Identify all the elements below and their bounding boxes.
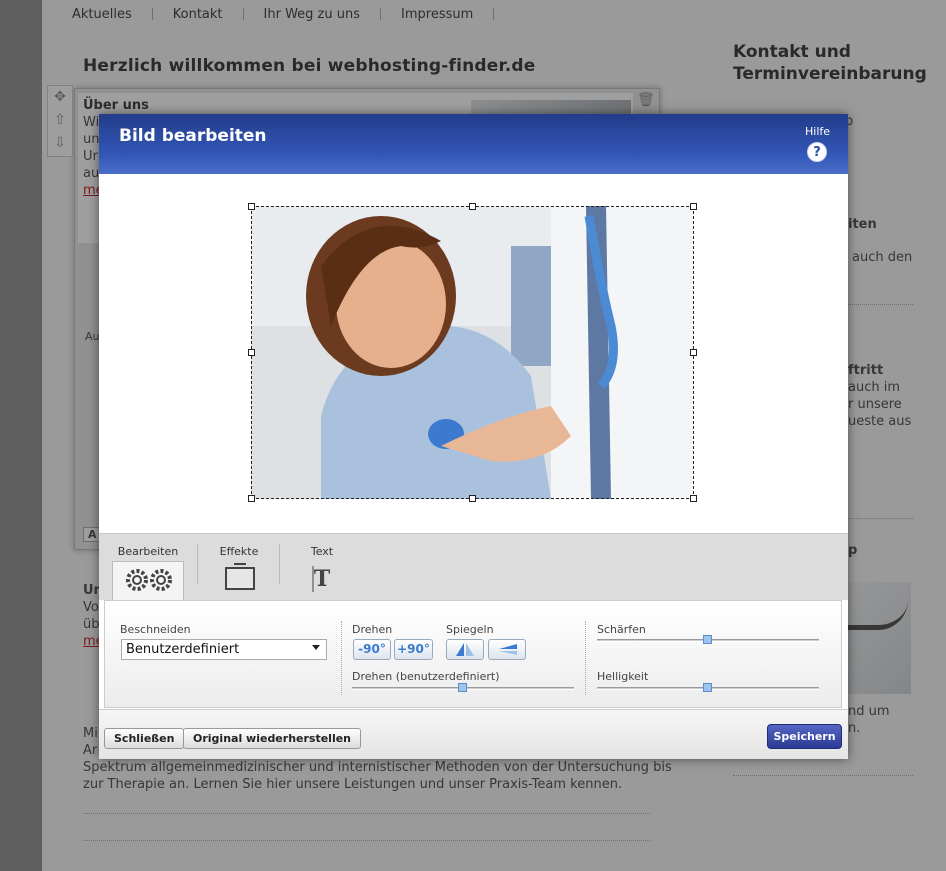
frame-icon bbox=[225, 563, 255, 590]
text-icon: T bbox=[312, 566, 331, 592]
gears-icon bbox=[126, 569, 172, 591]
tab-label: Bearbeiten bbox=[117, 545, 179, 558]
rotate-custom-label: Drehen (benutzerdefiniert) bbox=[352, 670, 500, 683]
dialog-title: Bild bearbeiten bbox=[119, 126, 267, 146]
tab-effekte[interactable]: Effekte bbox=[206, 534, 272, 600]
restore-original-button[interactable]: Original wiederherstellen bbox=[183, 728, 362, 749]
crop-handle[interactable] bbox=[690, 495, 697, 502]
mirror-horizontal-icon bbox=[456, 643, 474, 656]
tab-separator bbox=[197, 544, 198, 584]
tab-bearbeiten[interactable]: Bearbeiten bbox=[112, 534, 184, 600]
image-editor-dialog: Bild bearbeiten Hilfe ? Bearbeiten Effek… bbox=[99, 114, 848, 759]
crop-handle[interactable] bbox=[248, 203, 255, 210]
crop-handle[interactable] bbox=[248, 349, 255, 356]
tab-label: Text bbox=[310, 545, 334, 558]
dialog-header: Bild bearbeiten Hilfe ? bbox=[99, 114, 848, 174]
help-icon[interactable]: ? bbox=[807, 142, 827, 162]
crop-handle[interactable] bbox=[690, 203, 697, 210]
divider bbox=[341, 621, 342, 695]
slider-knob[interactable] bbox=[703, 683, 712, 692]
svg-text:T: T bbox=[314, 566, 331, 592]
tab-text[interactable]: Text T bbox=[289, 534, 355, 600]
sharpen-label: Schärfen bbox=[597, 623, 646, 636]
crop-selection[interactable] bbox=[251, 206, 694, 499]
edit-tools-panel: Beschneiden Benutzerdefiniert Drehen -90… bbox=[104, 600, 842, 708]
tab-label: Effekte bbox=[219, 545, 259, 558]
image-canvas bbox=[99, 174, 848, 533]
rotate-left-button[interactable]: -90° bbox=[353, 639, 391, 660]
brightness-label: Helligkeit bbox=[597, 670, 649, 683]
rotate-custom-slider[interactable] bbox=[352, 683, 574, 692]
chevron-down-icon bbox=[312, 645, 320, 650]
crop-select-value: Benutzerdefiniert bbox=[126, 642, 240, 657]
slider-knob[interactable] bbox=[703, 635, 712, 644]
dialog-footer: Schließen Original wiederherstellen Spei… bbox=[99, 709, 848, 759]
sharpen-slider[interactable] bbox=[597, 635, 819, 644]
close-button[interactable]: Schließen bbox=[104, 728, 185, 749]
crop-handle[interactable] bbox=[469, 203, 476, 210]
editor-tabs: Bearbeiten Effekte Text T bbox=[99, 533, 848, 600]
crop-handle[interactable] bbox=[469, 495, 476, 502]
mirror-vertical-icon bbox=[499, 644, 517, 655]
crop-label: Beschneiden bbox=[120, 623, 191, 636]
crop-select[interactable]: Benutzerdefiniert bbox=[121, 639, 327, 660]
rotate-label: Drehen bbox=[352, 623, 393, 636]
help-label[interactable]: Hilfe bbox=[805, 125, 830, 138]
crop-handle[interactable] bbox=[690, 349, 697, 356]
crop-handle[interactable] bbox=[248, 495, 255, 502]
save-button[interactable]: Speichern bbox=[767, 724, 842, 749]
tab-active-box bbox=[112, 561, 184, 600]
mirror-vertical-button[interactable] bbox=[488, 639, 526, 660]
divider bbox=[585, 621, 586, 695]
brightness-slider[interactable] bbox=[597, 683, 819, 692]
rotate-right-button[interactable]: +90° bbox=[394, 639, 433, 660]
mirror-horizontal-button[interactable] bbox=[446, 639, 484, 660]
slider-knob[interactable] bbox=[458, 683, 467, 692]
mirror-label: Spiegeln bbox=[446, 623, 494, 636]
tab-separator bbox=[279, 544, 280, 584]
